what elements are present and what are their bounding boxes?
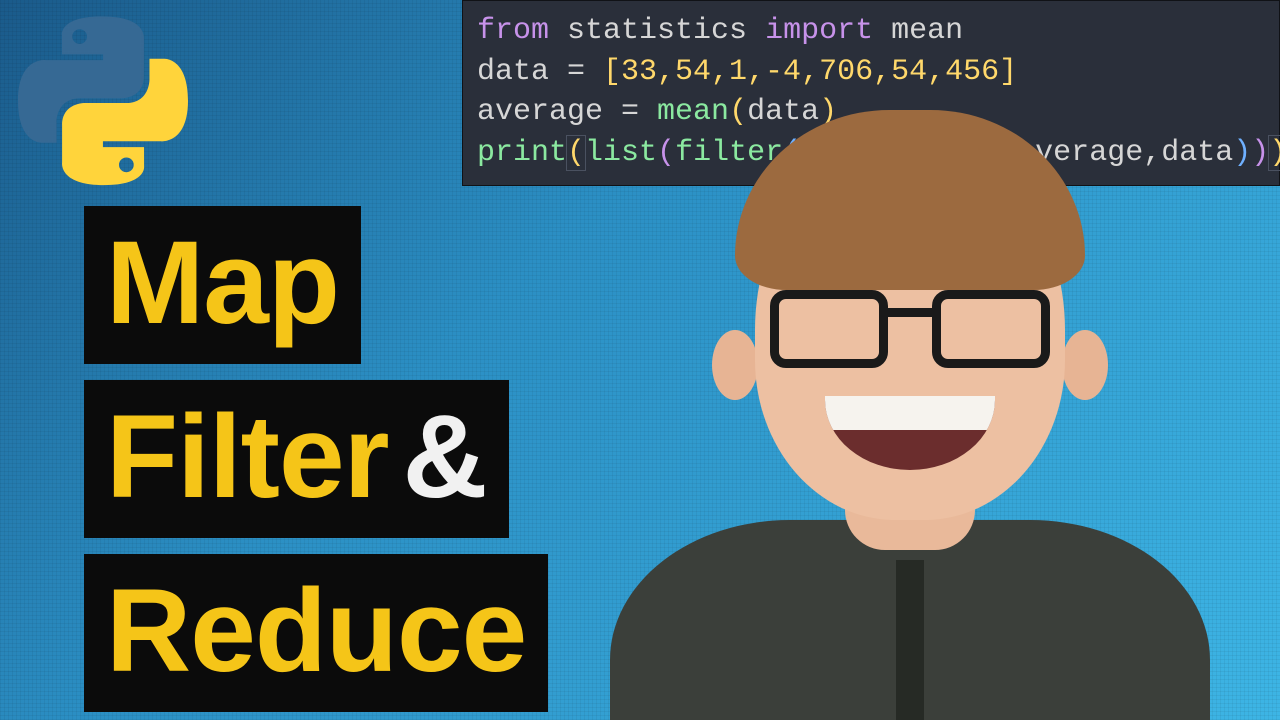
glasses-icon — [770, 290, 1050, 370]
code-keyword-from: from — [477, 14, 549, 48]
code-call-mean: mean — [657, 95, 729, 129]
code-keyword-import: import — [765, 14, 873, 48]
python-logo-icon — [18, 16, 188, 186]
code-module: statistics — [567, 14, 747, 48]
code-var-data: data — [477, 55, 549, 89]
title-word-filter: Filter & — [84, 380, 509, 538]
code-name-mean: mean — [891, 14, 963, 48]
code-bracket: [33,54,1,-4,706,54,456] — [603, 55, 1017, 89]
presenter-photo — [580, 160, 1240, 720]
title-word-map: Map — [84, 206, 361, 364]
code-call-print: print — [477, 136, 567, 170]
title-block: Map Filter & Reduce — [84, 206, 548, 712]
title-word-reduce: Reduce — [84, 554, 548, 712]
title-ampersand: & — [403, 398, 487, 516]
code-var-average: average — [477, 95, 603, 129]
